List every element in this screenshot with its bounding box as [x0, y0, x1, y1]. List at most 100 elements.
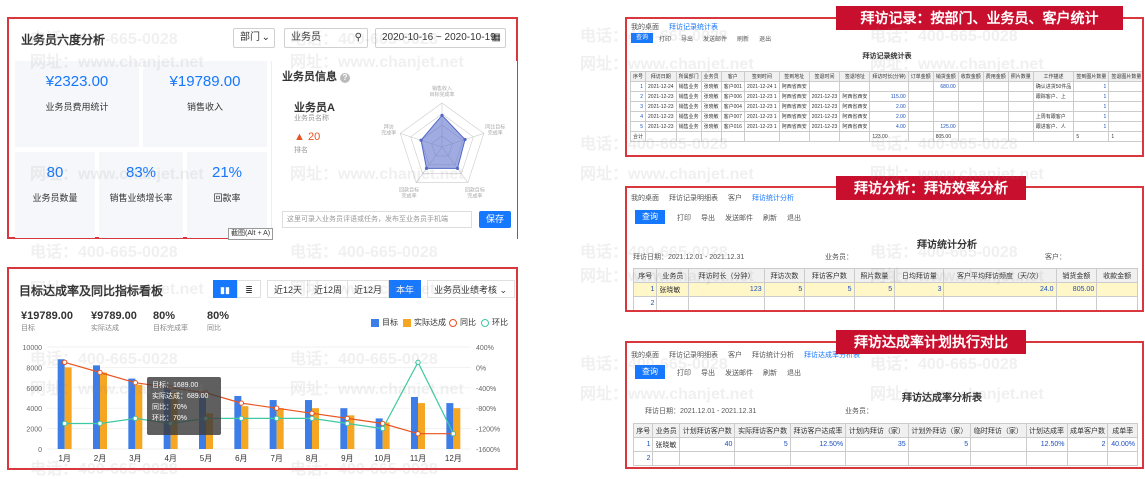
stat-yoy: 80% — [207, 310, 230, 322]
table-cell: 680.00 — [932, 81, 959, 92]
table-row[interactable]: 1 2021-12-24 销售业务 张晓敏 客户001 2021-12-24 1 阿西省西安… — [629, 81, 1142, 92]
table-cell: 张晓敏 — [700, 81, 722, 92]
table-row[interactable]: 2 — [632, 451, 1138, 466]
tab-12-weeks[interactable]: 近12周 — [307, 280, 350, 298]
visit-stats-table: 序号 业务员 拜访时长（分钟） 拜访次数 拜访客户数 照片数量 日均拜访量 客户平均拜访频度（… — [632, 268, 1138, 310]
report-title: 拜访记录统计表 — [862, 53, 912, 60]
tab-customer[interactable]: 客户 — [728, 193, 742, 203]
banner-visit-records: 拜访记录：按部门、业务员、客户统计 — [836, 6, 1123, 30]
query-button[interactable]: 查询 — [635, 210, 665, 224]
chart-tooltip: 目标：1689.00 实际达成：689.00 同比：70% 环比：70% — [147, 377, 221, 435]
email-button[interactable]: 发送邮件 — [725, 213, 753, 223]
tab-visit-records[interactable]: 拜访记录明细表 — [669, 193, 718, 203]
y2-tick-label: -1600% — [476, 447, 500, 454]
table-cell — [982, 81, 1009, 92]
table-cell — [1055, 296, 1098, 310]
salesman-search[interactable]: 业务员 ⚲ — [284, 28, 368, 48]
tab-desktop[interactable]: 我的桌面 — [631, 350, 659, 360]
legend-mom[interactable]: 环比 — [481, 317, 508, 328]
table-cell: 2021-12-23 — [808, 111, 841, 122]
toolbar: 打印 导出 发送邮件 刷新 退出 — [677, 368, 811, 378]
table-view-icon[interactable]: ≣ — [237, 280, 261, 298]
table-cell: 5 — [1073, 131, 1110, 142]
radar-axis-label: 回款目标 — [399, 186, 419, 193]
radar-point — [463, 137, 467, 142]
kpi-sales: ¥19789.00 销售收入 — [143, 61, 267, 147]
export-button[interactable]: 导出 — [701, 213, 715, 223]
kpi-type-select[interactable]: 业务员业绩考核 ⌄ — [427, 280, 515, 298]
table-row[interactable]: 1 张晓敏 40 5 12.50% 35 5 12.50% 2 40.00% — [632, 437, 1138, 452]
refresh-button[interactable]: 刷新 — [763, 368, 777, 378]
radar-axis-label: 完成率 — [402, 192, 417, 199]
email-button[interactable]: 发送邮件 — [725, 368, 753, 378]
radar-axis-label: 完成率 — [381, 130, 396, 137]
query-button[interactable]: 查询 — [631, 33, 653, 43]
date-range-picker[interactable]: 2020-10-16 ~ 2020-10-19 ▦ — [375, 28, 506, 48]
save-button[interactable]: 保存 — [479, 211, 511, 228]
tab-12-days[interactable]: 近12天 — [267, 280, 310, 298]
refresh-button[interactable]: 刷新 — [763, 213, 777, 223]
department-select[interactable]: 部门 ⌄ — [233, 28, 275, 48]
tab-this-year[interactable]: 本年 — [389, 280, 422, 298]
legend-yoy[interactable]: 同比 — [449, 317, 476, 328]
table-cell: 24.0 — [943, 282, 1057, 297]
table-row[interactable]: 3 2021-12-23 销售业务 张晓敏 客户004 2021-12-23 1 阿西省西安… — [629, 101, 1142, 112]
table-cell — [957, 111, 984, 122]
table-cell: 2021-12-23 1 — [743, 91, 780, 102]
print-button[interactable]: 打印 — [659, 34, 671, 43]
tab-visit-records[interactable]: 拜访记录明细表 — [669, 350, 718, 360]
table-row[interactable]: 4 2021-12-23 销售业务 张晓敏 客户007 2021-12-23 1 阿西省西安… — [629, 111, 1142, 122]
tab-12-months[interactable]: 近12月 — [347, 280, 390, 298]
legend-target[interactable]: 目标 — [371, 317, 398, 328]
print-button[interactable]: 打印 — [677, 213, 691, 223]
date-filter: 拜访日期：2021.12.01 - 2021.12.31 — [633, 254, 745, 261]
radar-point — [419, 138, 423, 142]
tab-visit-records[interactable]: 拜访记录统计表 — [669, 22, 718, 32]
y-tick-label: 6000 — [26, 386, 42, 393]
email-button[interactable]: 发送邮件 — [703, 34, 727, 43]
table-cell — [1007, 91, 1034, 102]
y2-tick-label: -400% — [476, 386, 496, 393]
table-cell: 销售业务 — [675, 81, 702, 92]
exit-button[interactable]: 退出 — [787, 368, 801, 378]
table-row[interactable]: 1 张晓敏 123 5 5 5 3 24.0 805.00 — [632, 282, 1138, 297]
table-row[interactable]: 5 2021-12-23 销售业务 张晓敏 客户016 2021-12-23 1 阿西省西安… — [629, 121, 1142, 132]
table-cell — [808, 81, 841, 92]
export-button[interactable]: 导出 — [701, 368, 715, 378]
table-cell — [907, 101, 934, 112]
refresh-button[interactable]: 刷新 — [737, 34, 749, 43]
x-tick-label: 11月 — [410, 454, 426, 463]
tab-desktop[interactable]: 我的桌面 — [631, 22, 659, 32]
table-cell: 阿西省西安 — [839, 91, 871, 102]
table-header: 收款金额 — [1096, 268, 1138, 283]
table-row[interactable]: 2 — [632, 296, 1138, 310]
table-cell — [679, 451, 736, 466]
comment-input[interactable]: 这里可录入业务员评语或任务，发布至业务员手机端 — [282, 211, 472, 228]
exit-button[interactable]: 退出 — [787, 213, 801, 223]
table-cell — [982, 131, 1009, 142]
table-cell — [1108, 81, 1142, 92]
y2-tick-label: -800% — [476, 406, 496, 413]
table-cell — [675, 131, 702, 142]
table-row[interactable]: 2 2021-12-23 销售业务 张晓敏 客户006 2021-12-23 1 阿西省西安… — [629, 91, 1142, 102]
tab-customer[interactable]: 客户 — [728, 350, 742, 360]
bar-view-icon[interactable]: ▮▮ — [213, 280, 237, 298]
watermark: 电话：400-665-0028 — [290, 244, 438, 261]
table-cell: 2021-12-23 — [645, 121, 677, 132]
exit-button[interactable]: 退出 — [759, 34, 771, 43]
table-cell — [982, 101, 1009, 112]
visit-records-screenshot: 我的桌面 拜访记录统计表 查询 打印 导出 发送邮件 刷新 退出 拜访记录统计表 序号 拜访… — [625, 17, 1144, 157]
rank-label: 排名 — [294, 147, 308, 154]
legend-actual[interactable]: 实际达成 — [403, 317, 446, 328]
export-button[interactable]: 导出 — [681, 34, 693, 43]
line-point — [97, 369, 103, 376]
tab-visit-stats[interactable]: 拜访统计分析 — [752, 193, 794, 203]
query-button[interactable]: 查询 — [635, 365, 665, 379]
table-header: 销货金额 — [1055, 268, 1098, 283]
table-cell — [808, 131, 841, 142]
print-button[interactable]: 打印 — [677, 368, 691, 378]
help-icon[interactable]: ? — [340, 73, 351, 83]
tab-desktop[interactable]: 我的桌面 — [631, 193, 659, 203]
tab-visit-stats[interactable]: 拜访统计分析 — [752, 350, 794, 360]
bar-actual — [276, 408, 284, 449]
